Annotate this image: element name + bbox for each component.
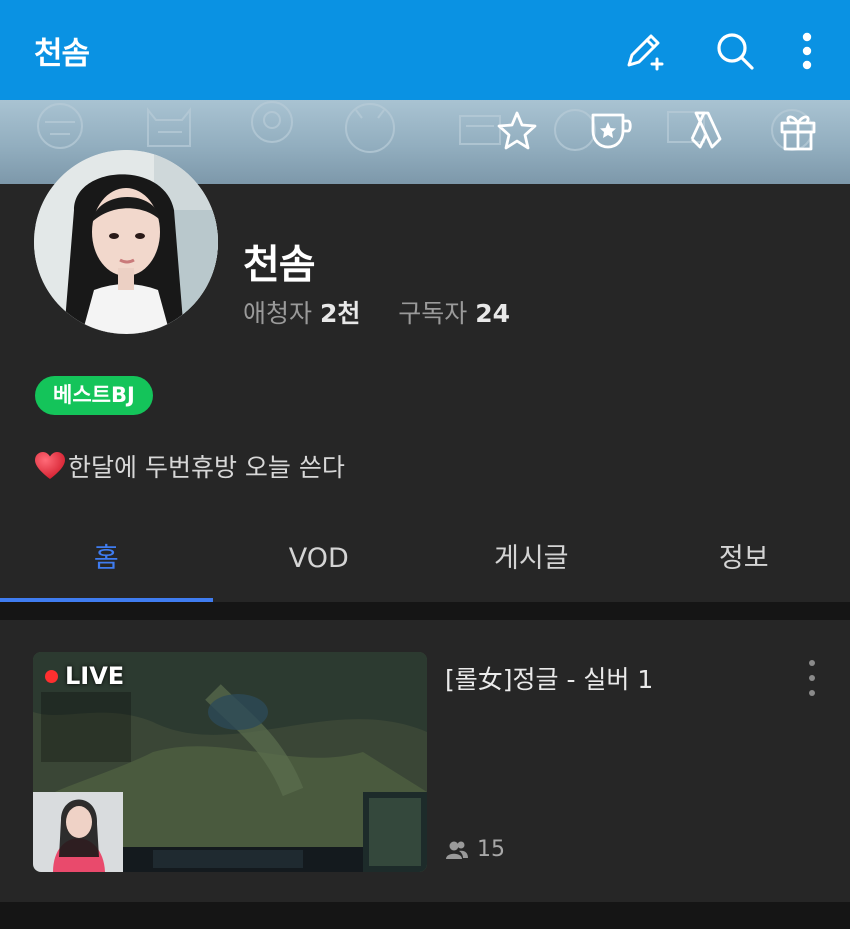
live-stream-card[interactable]: LIVE [롤女]정글 - 실버 1 15 bbox=[0, 620, 850, 902]
page-title: 천솜 bbox=[34, 36, 90, 72]
tab-vod[interactable]: VOD bbox=[213, 520, 426, 602]
subscribers-label: 구독자 bbox=[398, 299, 468, 328]
tab-bar: 홈 VOD 게시글 정보 bbox=[0, 520, 850, 602]
live-dot-icon bbox=[45, 669, 58, 683]
viewer-count-value: 15 bbox=[477, 837, 505, 862]
more-vertical-icon[interactable] bbox=[784, 28, 830, 74]
gift-icon[interactable] bbox=[775, 108, 821, 154]
live-label: LIVE bbox=[65, 662, 125, 690]
tab-posts[interactable]: 게시글 bbox=[425, 520, 638, 602]
stream-more-button[interactable] bbox=[796, 660, 828, 696]
live-badge: LIVE bbox=[45, 662, 124, 690]
best-bj-badge: 베스트BJ bbox=[35, 376, 153, 415]
tab-info[interactable]: 정보 bbox=[638, 520, 850, 602]
viewers-icon bbox=[446, 841, 468, 859]
badge-cup-icon[interactable] bbox=[588, 108, 634, 154]
search-icon[interactable] bbox=[712, 28, 758, 74]
star-icon[interactable] bbox=[494, 108, 540, 154]
app-bar: 천솜 bbox=[0, 0, 850, 100]
bio-text: 한달에 두번휴방 오늘 쓴다 bbox=[68, 453, 345, 482]
viewer-count: 15 bbox=[445, 837, 505, 862]
ribbon-icon[interactable] bbox=[683, 108, 729, 154]
bottom-divider bbox=[0, 902, 850, 929]
tab-home[interactable]: 홈 bbox=[0, 520, 213, 602]
profile-bio: 한달에 두번휴방 오늘 쓴다 bbox=[34, 448, 345, 484]
heart-icon bbox=[35, 452, 65, 479]
fans-count: 2천 bbox=[319, 299, 361, 328]
streamer-name: 천솜 bbox=[243, 242, 316, 288]
section-divider bbox=[0, 602, 850, 620]
profile-stats: 애청자 2천 구독자 24 bbox=[243, 294, 510, 330]
stream-title[interactable]: [롤女]정글 - 실버 1 bbox=[445, 660, 653, 696]
subscribers-count: 24 bbox=[475, 299, 511, 328]
avatar[interactable] bbox=[34, 150, 218, 334]
stream-thumbnail[interactable]: LIVE bbox=[33, 652, 427, 872]
edit-icon[interactable] bbox=[622, 28, 668, 74]
fans-label: 애청자 bbox=[243, 299, 313, 328]
